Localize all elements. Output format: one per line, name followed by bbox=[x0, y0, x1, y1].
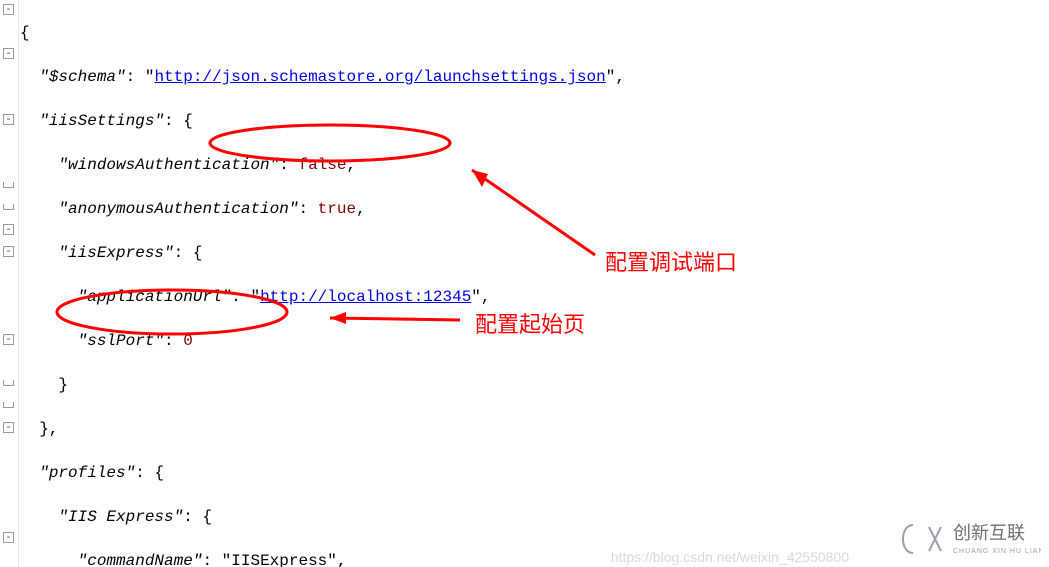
code-line: "commandName": "IISExpress", bbox=[20, 550, 1049, 567]
value-schema-url[interactable]: http://json.schemastore.org/launchsettin… bbox=[154, 68, 605, 86]
code-editor[interactable]: { "json": { "schema_key": "$schema", "sc… bbox=[0, 0, 1049, 567]
fold-end-icon bbox=[3, 182, 14, 188]
code-line: "iisSettings": { bbox=[20, 110, 1049, 132]
fold-toggle-icon[interactable]: - bbox=[3, 114, 14, 125]
brand-logo: 创新互联 CHUANG XIN HU LIAN bbox=[901, 517, 1041, 561]
fold-toggle-icon[interactable]: - bbox=[3, 224, 14, 235]
value-anonymousAuthentication: true bbox=[318, 200, 356, 218]
fold-end-icon bbox=[3, 402, 14, 408]
fold-toggle-icon[interactable]: - bbox=[3, 334, 14, 345]
code-line: "profiles": { bbox=[20, 462, 1049, 484]
code-line: } bbox=[20, 374, 1049, 396]
key-profile-iis-express: IIS Express bbox=[68, 508, 174, 526]
code-line: "$schema": "http://json.schemastore.org/… bbox=[20, 66, 1049, 88]
key-commandName: commandName bbox=[87, 552, 193, 567]
key-applicationUrl: applicationUrl bbox=[87, 288, 221, 306]
key-profiles: profiles bbox=[49, 464, 126, 482]
key-anonymousAuthentication: anonymousAuthentication bbox=[68, 200, 289, 218]
code-line: }, bbox=[20, 418, 1049, 440]
key-schema: $schema bbox=[49, 68, 116, 86]
fold-toggle-icon[interactable]: - bbox=[3, 422, 14, 433]
value-windowsAuthentication: false bbox=[298, 156, 346, 174]
fold-toggle-icon[interactable]: - bbox=[3, 48, 14, 59]
code-line: { bbox=[20, 22, 1049, 44]
key-sslPort: sslPort bbox=[87, 332, 154, 350]
value-commandName-iisexpress: IISExpress bbox=[231, 552, 327, 567]
code-line: "IIS Express": { bbox=[20, 506, 1049, 528]
key-iisExpress: iisExpress bbox=[68, 244, 164, 262]
code-line: "anonymousAuthentication": true, bbox=[20, 198, 1049, 220]
key-windowsAuthentication: windowsAuthentication bbox=[68, 156, 270, 174]
fold-toggle-icon[interactable]: - bbox=[3, 246, 14, 257]
fold-toggle-icon[interactable]: - bbox=[3, 4, 14, 15]
key-iisSettings: iisSettings bbox=[49, 112, 155, 130]
gutter: - - - - - - - - bbox=[0, 0, 19, 567]
logo-x-icon bbox=[929, 527, 941, 551]
brand-text: 创新互联 bbox=[953, 523, 1025, 543]
watermark-csdn: https://blog.csdn.net/weixin_42550800 bbox=[611, 549, 849, 565]
code-line: "applicationUrl": "http://localhost:1234… bbox=[20, 286, 1049, 308]
annotation-debug-port: 配置调试端口 bbox=[605, 245, 737, 277]
code-line: "iisExpress": { bbox=[20, 242, 1049, 264]
code-area[interactable]: { "$schema": "http://json.schemastore.or… bbox=[20, 0, 1049, 567]
annotation-start-page: 配置起始页 bbox=[475, 307, 585, 339]
fold-toggle-icon[interactable]: - bbox=[3, 532, 14, 543]
code-line: "windowsAuthentication": false, bbox=[20, 154, 1049, 176]
fold-end-icon bbox=[3, 204, 14, 210]
logo-c-icon bbox=[903, 525, 913, 553]
value-applicationUrl-debug[interactable]: http://localhost:12345 bbox=[260, 288, 471, 306]
fold-end-icon bbox=[3, 380, 14, 386]
brand-subtext: CHUANG XIN HU LIAN bbox=[953, 548, 1041, 555]
value-sslPort: 0 bbox=[183, 332, 193, 350]
